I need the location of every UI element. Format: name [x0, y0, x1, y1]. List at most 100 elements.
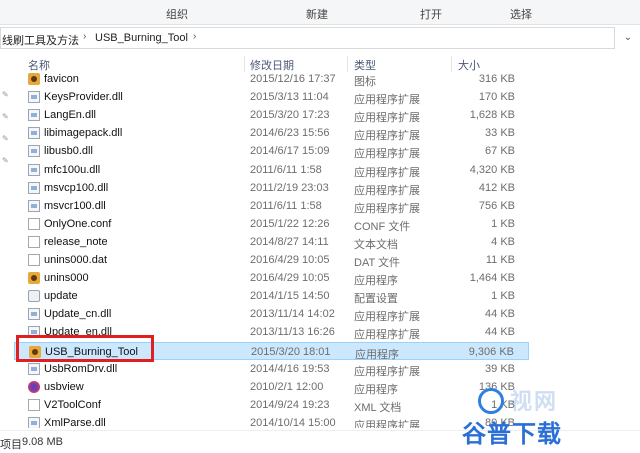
file-row[interactable]: Update_en.dll 2013/11/13 16:26 应用程序扩展 44 KB: [14, 323, 529, 341]
file-date: 2014/9/24 19:23: [250, 398, 330, 411]
file-date: 2015/3/20 17:23: [250, 109, 330, 122]
file-date: 2014/4/16 19:53: [250, 362, 330, 375]
file-name: msvcr100.dll: [44, 199, 106, 212]
file-list: favicon 2015/12/16 17:37 图标 316 KB KeysProvi…: [0, 72, 640, 428]
breadcrumb-current[interactable]: USB_Burning_Tool: [95, 32, 188, 44]
file-date: 2014/1/15 14:50: [250, 290, 330, 303]
file-size: 1 KB: [491, 217, 515, 230]
file-size: 136 KB: [478, 380, 515, 393]
chevron-down-icon[interactable]: ⌄: [616, 27, 640, 49]
file-type: 应用程序扩展: [354, 365, 420, 378]
doc-icon: [28, 398, 40, 411]
file-type: 应用程序扩展: [354, 329, 420, 342]
file-size: 1,464 KB: [469, 272, 515, 285]
column-date[interactable]: 修改日期: [250, 57, 294, 73]
file-size: 44 KB: [485, 308, 515, 321]
file-row[interactable]: mfc100u.dll 2011/6/11 1:58 应用程序扩展 4,320 KB: [14, 161, 529, 179]
app-icon: [28, 272, 40, 285]
file-name: UsbRomDrv.dll: [44, 362, 118, 375]
file-name: msvcp100.dll: [44, 181, 109, 194]
dll-icon: [28, 326, 40, 339]
file-row[interactable]: libusb0.dll 2014/6/17 15:09 应用程序扩展 67 KB: [14, 142, 529, 160]
file-name: KeysProvider.dll: [44, 91, 123, 104]
doc-icon: [28, 217, 40, 230]
file-row[interactable]: KeysProvider.dll 2015/3/13 11:04 应用程序扩展 170…: [14, 88, 529, 106]
file-row[interactable]: msvcr100.dll 2011/6/11 1:58 应用程序扩展 756 KB: [14, 197, 529, 215]
chevron-right-icon[interactable]: ›: [193, 31, 196, 42]
file-date: 2011/2/19 23:03: [250, 181, 329, 194]
column-divider[interactable]: [451, 56, 452, 72]
file-row[interactable]: usbview 2010/2/1 12:00 应用程序 136 KB: [14, 378, 529, 396]
file-size: 44 KB: [485, 326, 515, 339]
usbview-icon: [28, 380, 40, 393]
doc-icon: [28, 254, 40, 266]
file-type: 应用程序扩展: [354, 202, 420, 215]
file-size: 1 KB: [491, 290, 515, 303]
dll-icon: [28, 163, 40, 176]
file-name: XmlParse.dll: [44, 416, 106, 428]
file-row[interactable]: V2ToolConf 2014/9/24 19:23 XML 文档 1 KB: [14, 396, 529, 414]
chevron-right-icon: ›: [83, 31, 87, 42]
file-date: 2014/6/23 15:56: [250, 127, 330, 140]
file-date: 2015/3/13 11:04: [250, 91, 329, 104]
file-type: 应用程序扩展: [354, 94, 420, 107]
file-name: mfc100u.dll: [44, 163, 101, 176]
column-divider[interactable]: [347, 56, 348, 72]
file-row[interactable]: LangEn.dll 2015/3/20 17:23 应用程序扩展 1,628 KB: [14, 106, 529, 124]
ribbon-select[interactable]: 选择: [510, 6, 532, 22]
file-type: 应用程序扩展: [354, 148, 420, 161]
file-name: libusb0.dll: [44, 145, 93, 158]
file-size: 1,628 KB: [469, 109, 515, 122]
address-bar[interactable]: 线刷工具及方法 › USB_Burning_Tool ›: [0, 27, 615, 49]
file-date: 2014/8/27 14:11: [250, 235, 329, 248]
file-name: OnlyOne.conf: [44, 217, 112, 230]
file-name: USB_Burning_Tool: [45, 345, 138, 358]
column-type[interactable]: 类型: [354, 57, 376, 73]
file-row[interactable]: unins000.dat 2016/4/29 10:05 DAT 文件 11 KB: [14, 251, 529, 269]
dll-icon: [28, 199, 40, 212]
ribbon-bar: 组织 新建 打开 选择: [0, 0, 640, 25]
app-icon: [28, 73, 40, 85]
column-name[interactable]: 名称: [28, 57, 50, 73]
file-name: usbview: [44, 380, 84, 393]
file-date: 2016/4/29 10:05: [250, 272, 330, 285]
file-size: 11 KB: [485, 254, 515, 266]
file-row[interactable]: Update_cn.dll 2013/11/14 14:02 应用程序扩展 44 KB: [14, 305, 529, 323]
file-row[interactable]: update 2014/1/15 14:50 配置设置 1 KB: [14, 287, 529, 305]
file-row[interactable]: UsbRomDrv.dll 2014/4/16 19:53 应用程序扩展 39 KB: [14, 360, 529, 378]
file-name: unins000: [44, 272, 89, 285]
ribbon-open[interactable]: 打开: [420, 6, 442, 22]
file-name: unins000.dat: [44, 254, 107, 266]
file-size: 1 KB: [491, 398, 515, 411]
file-size: 33 KB: [485, 127, 515, 140]
dll-icon: [28, 362, 40, 375]
file-row[interactable]: msvcp100.dll 2011/2/19 23:03 应用程序扩展 412 KB: [14, 179, 529, 197]
file-type: 应用程序: [354, 383, 398, 396]
ribbon-new[interactable]: 新建: [306, 6, 328, 22]
file-type: DAT 文件: [354, 257, 401, 269]
file-size: 4 KB: [491, 235, 515, 248]
file-type: 应用程序扩展: [354, 311, 420, 324]
file-date: 2016/4/29 10:05: [250, 254, 330, 266]
breadcrumb-parent[interactable]: 线刷工具及方法: [2, 32, 79, 48]
file-size: 9,306 KB: [468, 345, 514, 358]
file-row[interactable]: unins000 2016/4/29 10:05 应用程序 1,464 KB: [14, 269, 529, 287]
file-name: libimagepack.dll: [44, 127, 123, 140]
file-type: 应用程序扩展: [354, 184, 420, 197]
ribbon-organize[interactable]: 组织: [166, 6, 188, 22]
file-row[interactable]: libimagepack.dll 2014/6/23 15:56 应用程序扩展 33 …: [14, 124, 529, 142]
column-divider[interactable]: [244, 56, 245, 72]
file-date: 2010/2/1 12:00: [250, 380, 324, 393]
file-row[interactable]: USB_Burning_Tool 2015/3/20 18:01 应用程序 9,306…: [14, 341, 529, 361]
file-row[interactable]: favicon 2015/12/16 17:37 图标 316 KB: [14, 72, 529, 88]
file-row[interactable]: OnlyOne.conf 2015/1/22 12:26 CONF 文件 1 KB: [14, 215, 529, 233]
gear-icon: [28, 290, 40, 303]
file-type: 配置设置: [354, 293, 398, 306]
dll-icon: [28, 127, 40, 140]
dll-icon: [28, 91, 40, 104]
app-icon: [29, 345, 41, 358]
file-type: CONF 文件: [354, 220, 411, 233]
column-size[interactable]: 大小: [458, 57, 480, 73]
file-row[interactable]: release_note 2014/8/27 14:11 文本文档 4 KB: [14, 233, 529, 251]
file-row[interactable]: XmlParse.dll 2014/10/14 15:00 应用程序扩展 80 KB: [14, 414, 529, 428]
